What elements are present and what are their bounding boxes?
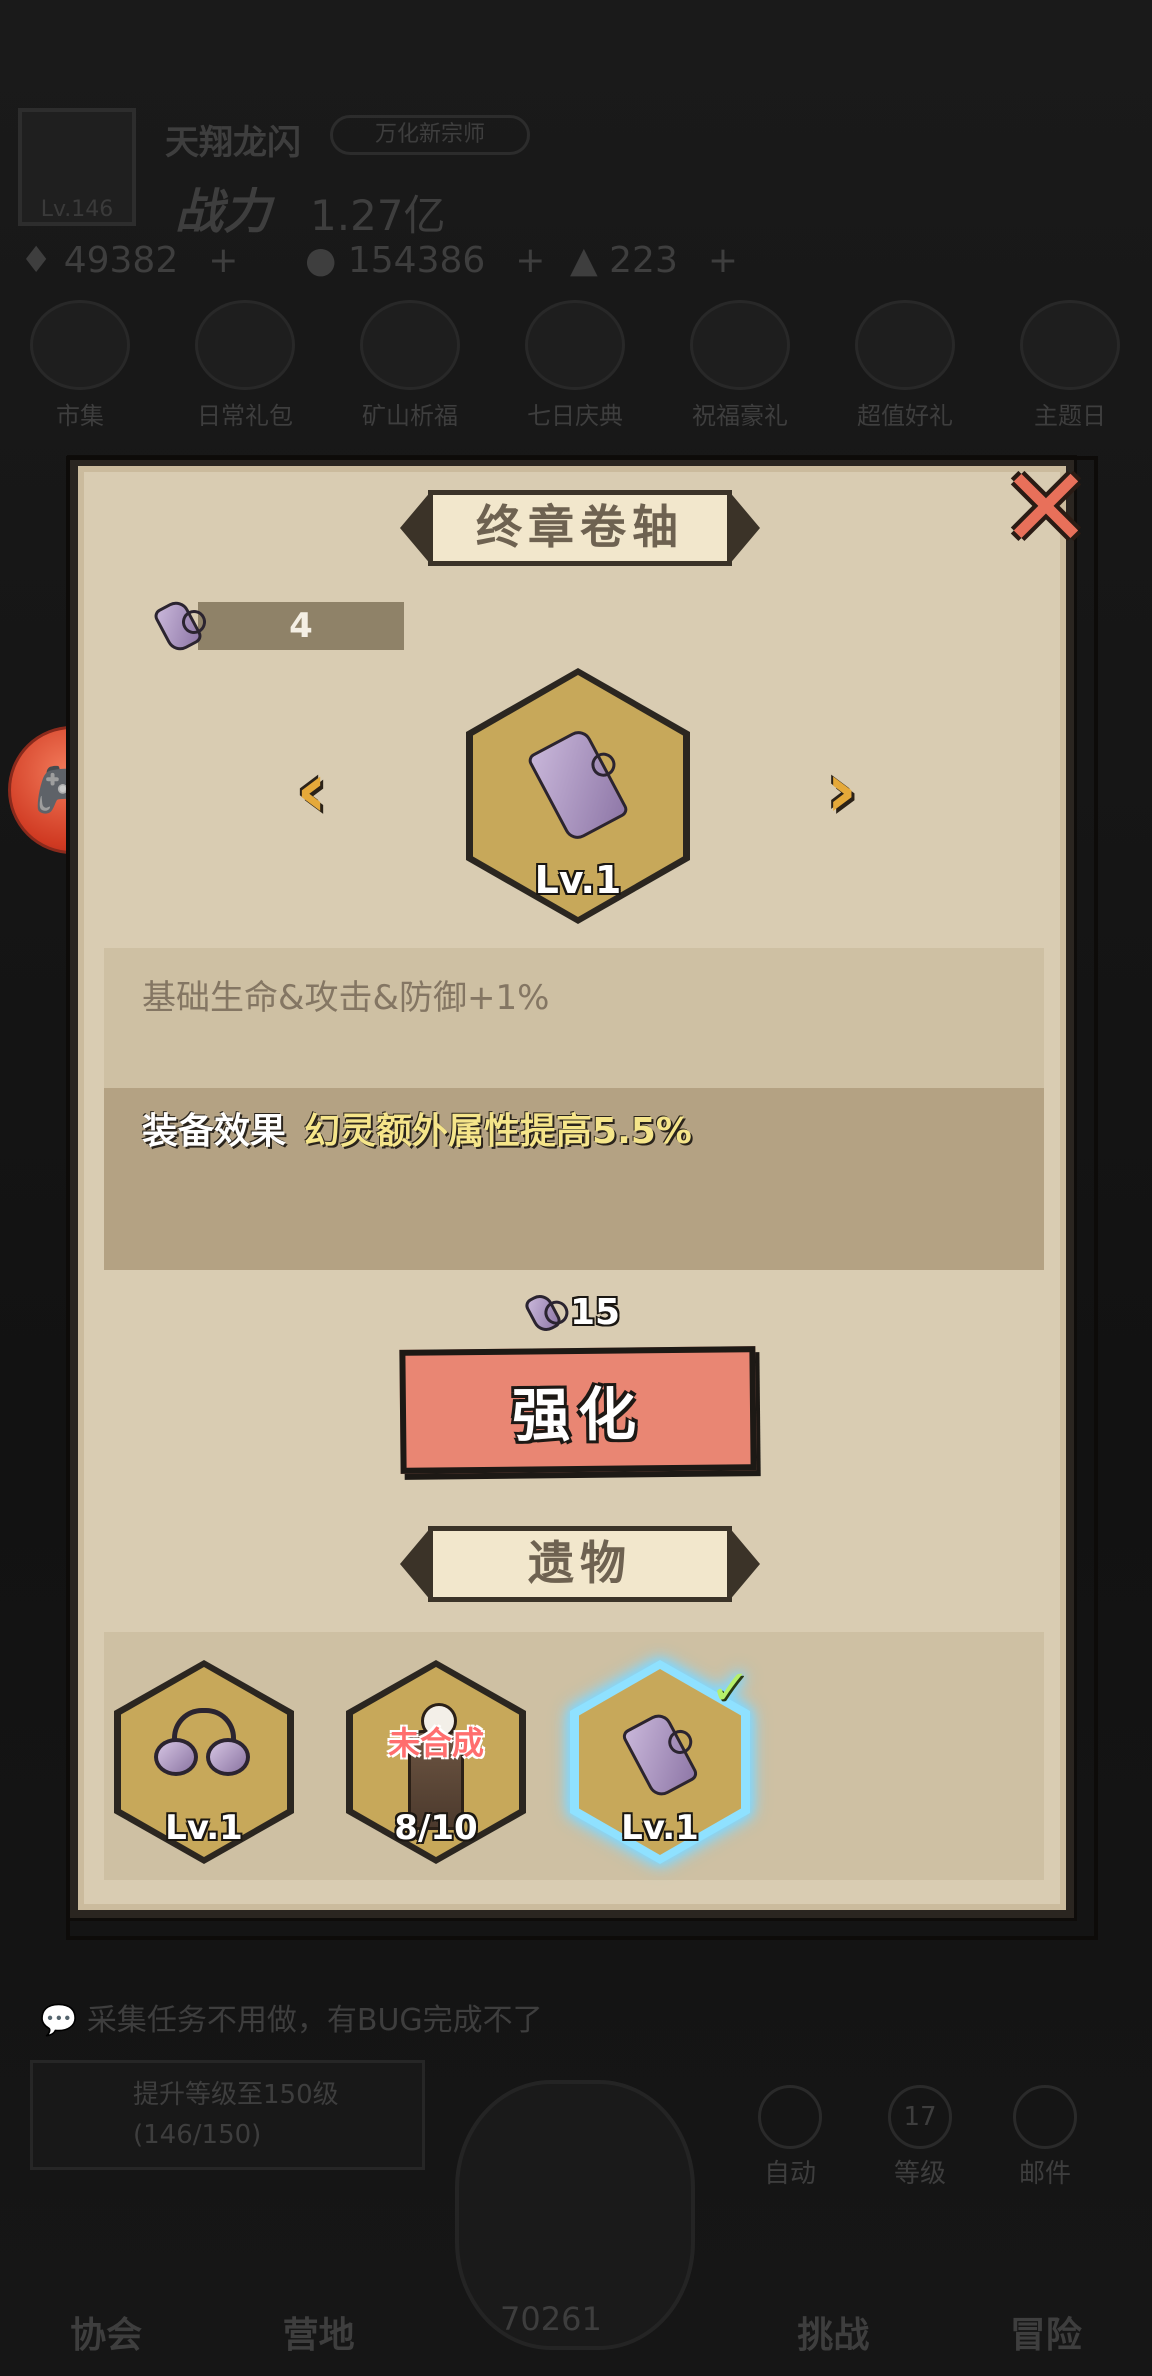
bottom-nav: 协会 营地 挑战 冒险 — [0, 2210, 1152, 2376]
currency-gold-value: 154386 — [347, 240, 486, 281]
chevron-left-icon[interactable]: ‹ — [296, 752, 327, 828]
feature-theme-day: 主题日 — [1000, 300, 1140, 431]
currency-energy: ▲ 223 + — [570, 240, 739, 281]
dialog-title: 终章卷轴 — [428, 490, 732, 566]
equip-effect-box: 装备效果 幻灵额外属性提高5.5% — [104, 1088, 1044, 1270]
relic-plant[interactable]: 未合成 8/10 — [346, 1660, 526, 1864]
level-button: 17 等级 — [870, 2085, 970, 2190]
task-card: 提升等级至150级 (146/150) — [30, 2060, 425, 2170]
item-level: Lv.1 — [534, 858, 622, 902]
scroll-icon — [518, 1286, 568, 1340]
nav-challenge: 挑战 — [797, 2315, 870, 2356]
stat-description: 基础生命&攻击&防御+1% — [142, 978, 550, 1018]
goggles-icon — [154, 1708, 254, 1786]
relic-section-title: 遗物 — [428, 1526, 732, 1602]
close-icon: ✕ — [999, 444, 1093, 572]
relic-title-ribbon: 遗物 — [400, 1526, 760, 1602]
currency-gems-value: 49382 — [63, 240, 179, 281]
task-progress: (146/150) — [133, 2120, 262, 2150]
scroll-upgrade-dialog: 终章卷轴 ✕ 4 ‹ › Lv.1 基础生命&攻击&防御+1% 装备效果 幻灵额外… — [66, 453, 1098, 1940]
feature-icon-row: 市集 日常礼包 矿山析福 七日庆典 祝福豪礼 超值好礼 主题日 — [10, 300, 1140, 431]
relic-level: Lv.1 — [621, 1808, 699, 1848]
close-button[interactable]: ✕ — [996, 453, 1096, 563]
relic-level: Lv.1 — [165, 1808, 243, 1848]
owned-count-row: 4 — [142, 594, 482, 656]
power-value: 1.27亿 — [310, 191, 446, 240]
enhance-button[interactable]: 强化 — [399, 1346, 757, 1474]
equip-effect-text: 幻灵额外属性提高5.5% — [304, 1111, 692, 1152]
relic-scroll-selected[interactable]: Lv.1 ✓ — [570, 1660, 750, 1864]
auto-button: 自动 — [740, 2085, 840, 2190]
task-title: 提升等级至150级 — [133, 2080, 339, 2110]
avatar-level: Lv.146 — [40, 197, 114, 222]
nav-guild: 协会 — [70, 2315, 143, 2356]
chat-message: 采集任务不用做，有BUG完成不了 — [86, 2003, 543, 2038]
relic-fragment-progress: 8/10 — [394, 1808, 478, 1848]
player-badge: 万化新宗师 — [330, 115, 530, 155]
nav-camp: 营地 — [282, 2315, 355, 2356]
currency-gold: ● 154386 + — [305, 240, 546, 281]
upgrade-cost: 15 — [518, 1286, 718, 1342]
owned-count: 4 — [198, 602, 404, 650]
power-label: 战力 — [175, 184, 272, 240]
selected-item-frame: Lv.1 — [466, 668, 690, 924]
relic-list: Lv.1 未合成 8/10 Lv.1 ✓ — [104, 1632, 1044, 1880]
dialog-title-ribbon: 终章卷轴 — [400, 490, 760, 566]
scroll-icon — [146, 594, 210, 658]
chevron-right-icon[interactable]: › — [826, 752, 857, 828]
feature-mine: 矿山析福 — [340, 300, 480, 431]
feature-seven-day: 七日庆典 — [505, 300, 645, 431]
relic-goggles[interactable]: Lv.1 — [114, 1660, 294, 1864]
player-avatar: Lv.146 — [18, 108, 136, 226]
feature-blessing: 祝福豪礼 — [670, 300, 810, 431]
upgrade-cost-value: 15 — [570, 1292, 621, 1333]
check-icon: ✓ — [710, 1660, 751, 1716]
mail-button: 邮件 — [995, 2085, 1095, 2190]
feature-daily-pack: 日常礼包 — [175, 300, 315, 431]
currency-gems: ♦ 49382 + — [20, 240, 239, 281]
equip-effect-label: 装备效果 — [142, 1111, 287, 1152]
player-name: 天翔龙闪 — [165, 123, 301, 163]
scroll-icon — [614, 1700, 706, 1810]
stat-description-box: 基础生命&攻击&防御+1% — [104, 948, 1044, 1088]
feature-market: 市集 — [10, 300, 150, 431]
nav-adventure: 冒险 — [1009, 2315, 1082, 2356]
feature-value-gift: 超值好礼 — [835, 300, 975, 431]
scroll-icon — [518, 720, 638, 850]
currency-energy-value: 223 — [609, 240, 678, 281]
unsynthesized-badge: 未合成 — [387, 1724, 484, 1762]
chat-bar: 💬 采集任务不用做，有BUG完成不了 — [40, 2003, 543, 2038]
